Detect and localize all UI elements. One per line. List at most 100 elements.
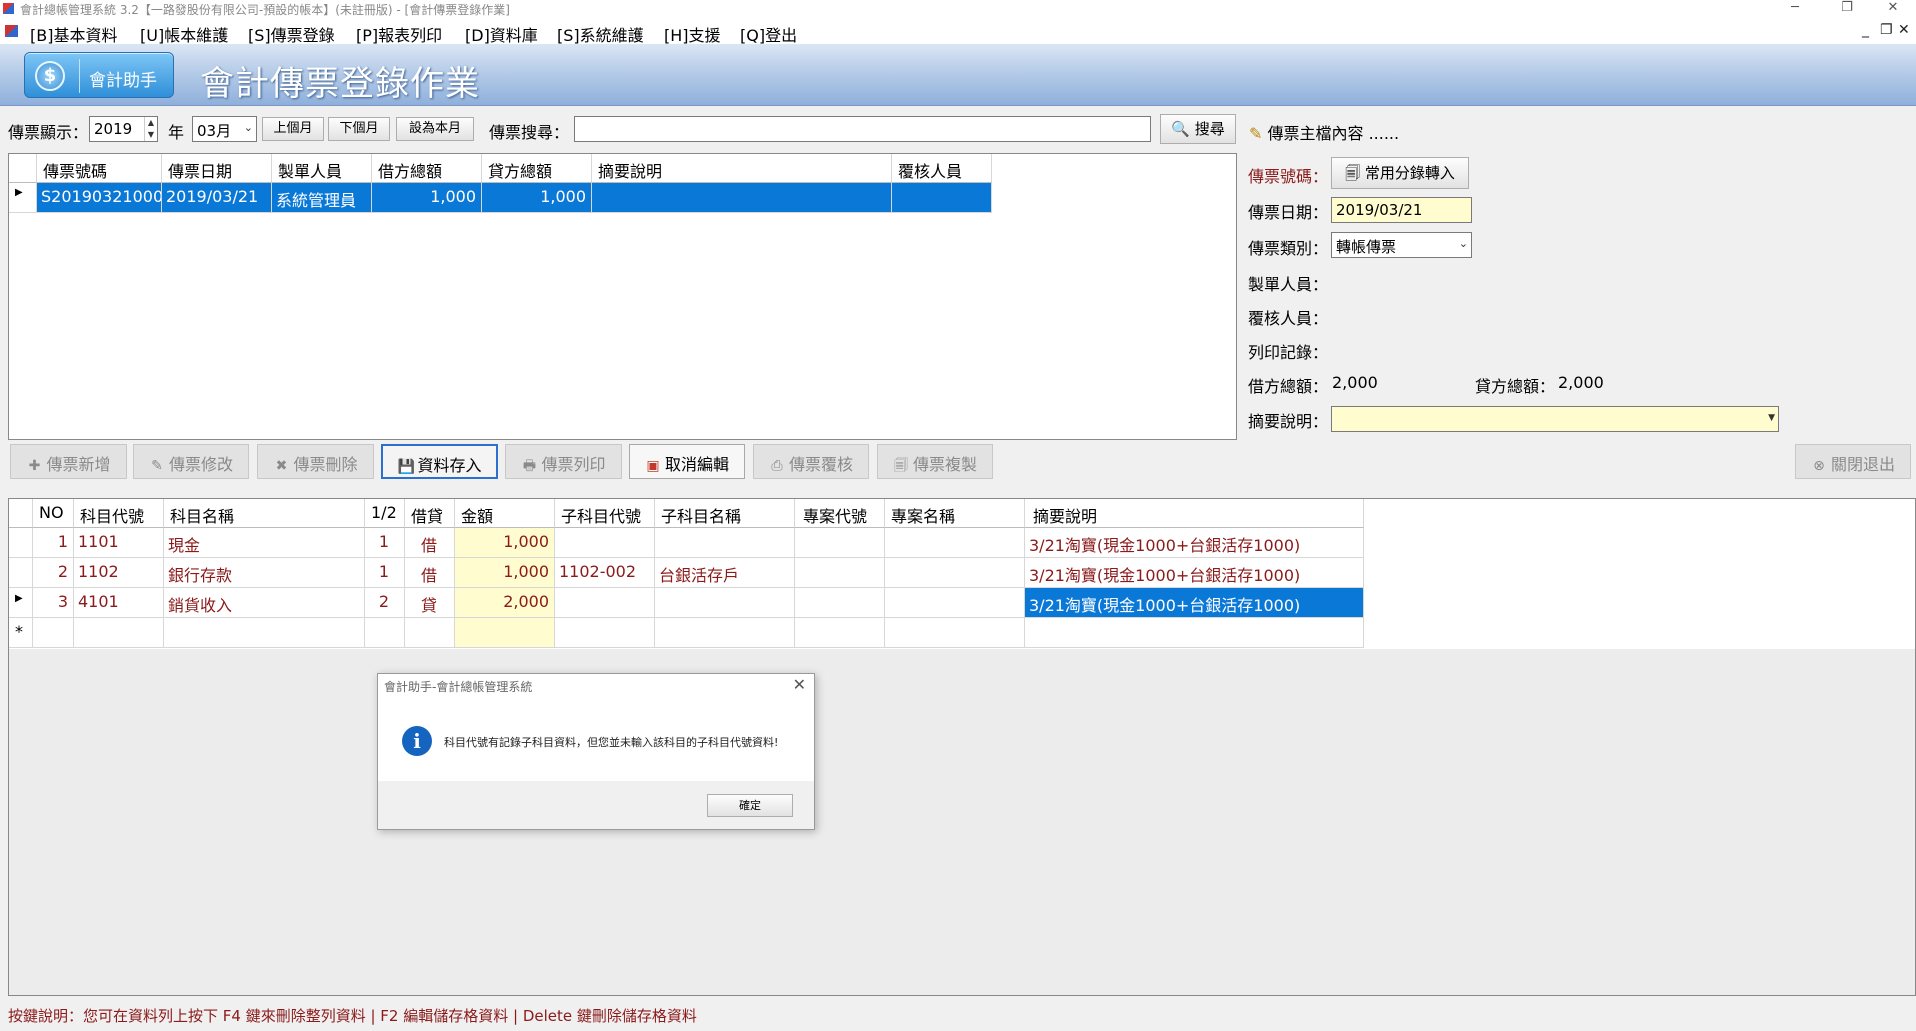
table-row-cell[interactable] [655,528,795,558]
dialog-close-icon[interactable]: ✕ [793,675,806,694]
table-row-cell[interactable] [555,528,655,558]
save-data-button[interactable]: 💾 資料存入 [381,444,498,479]
table-row-cell[interactable]: 3/21淘寶(現金1000+台銀活存1000) [1025,558,1364,588]
accounting-helper-button[interactable]: $ 會計助手 [24,52,174,98]
col-header-summary[interactable]: 摘要說明 [1025,499,1364,528]
table-row-cell[interactable]: 銷貨收入 [164,588,365,618]
row-selector[interactable] [9,558,33,588]
table-row-cell[interactable] [885,528,1025,558]
menu-database[interactable]: [D]資料庫 [465,22,538,46]
table-row-cell[interactable]: 1 [365,558,405,588]
table-row-cell[interactable]: 現金 [164,528,365,558]
delete-voucher-button[interactable]: ✖ 傳票刪除 [257,444,374,479]
col-header-voucher-date[interactable]: 傳票日期 [162,154,272,183]
table-row-cell[interactable] [892,183,992,213]
prev-month-button[interactable]: 上個月 [262,117,324,141]
col-header-side[interactable]: 1/2 [365,499,405,528]
table-row-cell[interactable] [555,588,655,618]
menu-report-print[interactable]: [P]報表列印 [356,22,442,46]
table-row-cell[interactable] [795,558,885,588]
col-header-sub-account-name[interactable]: 子科目名稱 [655,499,795,528]
cancel-edit-button[interactable]: ▣ 取消編輯 [629,444,745,479]
table-row-cell[interactable]: 3/21淘寶(現金1000+台銀活存1000) [1025,588,1364,618]
entry-grid[interactable]: NO 科目代號 科目名稱 1/2 借貸 金額 子科目代號 子科目名稱 專案代號 … [8,498,1916,996]
table-row-cell[interactable]: 1,000 [372,183,482,213]
table-row-cell[interactable]: 1,000 [482,183,592,213]
table-row-cell[interactable] [365,618,405,648]
table-row-cell[interactable] [655,588,795,618]
col-header-project-code[interactable]: 專案代號 [795,499,885,528]
col-header-summary[interactable]: 摘要說明 [592,154,892,183]
spinner-arrows-icon[interactable]: ▲ ▼ [144,117,157,141]
table-row-cell[interactable]: 1102 [74,558,164,588]
next-month-button[interactable]: 下個月 [328,117,390,141]
table-row-cell[interactable]: 借 [405,528,455,558]
col-header-reviewer[interactable]: 覆核人員 [892,154,992,183]
col-header-project-name[interactable]: 專案名稱 [885,499,1025,528]
menu-ledger-maintenance[interactable]: [U]帳本維護 [140,22,228,46]
minimize-icon[interactable]: ─ [1772,0,1818,18]
col-header-debit-credit[interactable]: 借貸 [405,499,455,528]
table-row-cell[interactable]: 2 [365,588,405,618]
edit-voucher-button[interactable]: ✎ 傳票修改 [133,444,249,479]
menu-basic-data[interactable]: [B]基本資料 [30,22,117,46]
close-icon[interactable]: ✕ [1870,0,1916,18]
col-header-account-code[interactable]: 科目代號 [74,499,164,528]
col-header-credit-total[interactable]: 貸方總額 [482,154,592,183]
review-voucher-button[interactable]: ⎙ 傳票覆核 [753,444,869,479]
menu-system-maintenance[interactable]: [S]系統維護 [557,22,644,46]
table-row-cell[interactable] [592,183,892,213]
table-row-cell[interactable] [33,618,74,648]
table-row-cell[interactable]: 1102-002 [555,558,655,588]
table-row-cell[interactable] [795,588,885,618]
table-row-cell[interactable] [74,618,164,648]
mdi-restore-icon[interactable]: ❐ [1880,22,1893,38]
table-row-cell[interactable] [885,588,1025,618]
menu-support[interactable]: [H]支援 [664,22,721,46]
table-row-cell[interactable]: 2 [33,558,74,588]
copy-voucher-button[interactable]: 🗐 傳票複製 [877,444,993,479]
table-row-cell[interactable]: 1 [365,528,405,558]
table-row-cell[interactable]: 銀行存款 [164,558,365,588]
voucher-date-field[interactable]: 2019/03/21 [1331,197,1472,223]
table-row-cell[interactable]: S201903210001 [37,183,162,213]
col-header-maker[interactable]: 製單人員 [272,154,372,183]
ok-button[interactable]: 確定 [707,794,793,817]
row-selector-icon[interactable]: ▶ [9,183,37,213]
summary-combo[interactable]: ▼ [1331,406,1779,432]
table-row-cell[interactable]: 4101 [74,588,164,618]
table-row-cell[interactable]: 3 [33,588,74,618]
search-button[interactable]: 🔍 搜尋 [1160,114,1236,144]
table-row-cell[interactable] [885,618,1025,648]
table-row-cell[interactable] [455,618,555,648]
table-row-cell[interactable] [885,558,1025,588]
row-selector-icon[interactable]: ▶ [9,588,33,618]
common-entry-import-button[interactable]: 🗐 常用分錄轉入 [1331,157,1469,189]
table-row-cell[interactable]: 2019/03/21 [162,183,272,213]
col-header-sub-account-code[interactable]: 子科目代號 [555,499,655,528]
table-row-cell[interactable]: 台銀活存戶 [655,558,795,588]
table-row-cell[interactable]: 貸 [405,588,455,618]
close-exit-button[interactable]: ⊗ 關閉退出 [1795,444,1911,479]
table-row-cell[interactable]: 1 [33,528,74,558]
table-row-cell[interactable] [1025,618,1364,648]
table-row-cell[interactable] [555,618,655,648]
col-header-voucher-no[interactable]: 傳票號碼 [37,154,162,183]
print-voucher-button[interactable]: 🖶 傳票列印 [505,444,622,479]
table-row-cell[interactable]: 1101 [74,528,164,558]
this-month-button[interactable]: 設為本月 [396,117,474,141]
table-row-cell[interactable]: 2,000 [455,588,555,618]
col-header-debit-total[interactable]: 借方總額 [372,154,482,183]
year-spinner[interactable]: 2019 ▲ ▼ [89,116,158,142]
table-row-cell[interactable]: 借 [405,558,455,588]
restore-icon[interactable]: ❐ [1824,0,1870,18]
col-header-amount[interactable]: 金額 [455,499,555,528]
table-row-cell[interactable]: 系統管理員 [272,183,372,213]
search-input[interactable] [574,116,1151,142]
voucher-grid[interactable]: 傳票號碼 傳票日期 製單人員 借方總額 貸方總額 摘要說明 覆核人員 ▶ S20… [8,153,1237,440]
table-row-cell[interactable]: 1,000 [455,558,555,588]
col-header-no[interactable]: NO [33,499,74,528]
table-row-cell[interactable]: 1,000 [455,528,555,558]
new-row-marker[interactable]: * [9,618,33,648]
table-row-cell[interactable]: 3/21淘寶(現金1000+台銀活存1000) [1025,528,1364,558]
